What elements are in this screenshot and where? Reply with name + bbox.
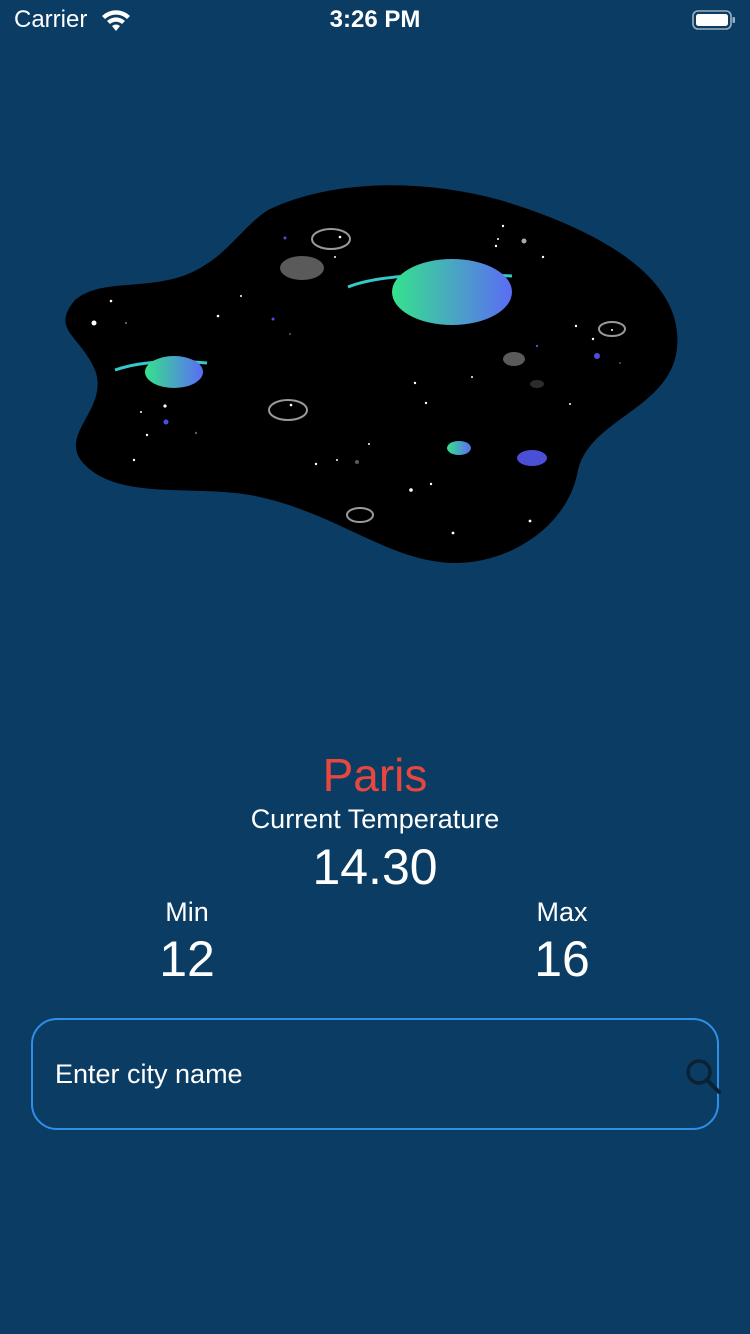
- max-value: 16: [534, 931, 590, 987]
- status-bar: Carrier 3:26 PM: [0, 0, 750, 40]
- current-temperature-label: Current Temperature: [250, 804, 500, 834]
- city-name: Paris: [322, 749, 428, 801]
- city-search-input[interactable]: [55, 1020, 635, 1128]
- battery-icon: [692, 10, 735, 30]
- max-label: Max: [536, 897, 588, 927]
- min-label: Min: [165, 897, 209, 927]
- current-temperature-value: 14.30: [312, 839, 438, 895]
- city-search-box[interactable]: [31, 1018, 721, 1130]
- min-value: 12: [159, 931, 215, 987]
- status-time: 3:26 PM: [329, 6, 421, 33]
- space-illustration: [65, 185, 678, 564]
- min-temperature: Min 12: [107, 896, 267, 988]
- max-temperature: Max 16: [482, 896, 642, 988]
- search-icon[interactable]: [683, 1056, 723, 1096]
